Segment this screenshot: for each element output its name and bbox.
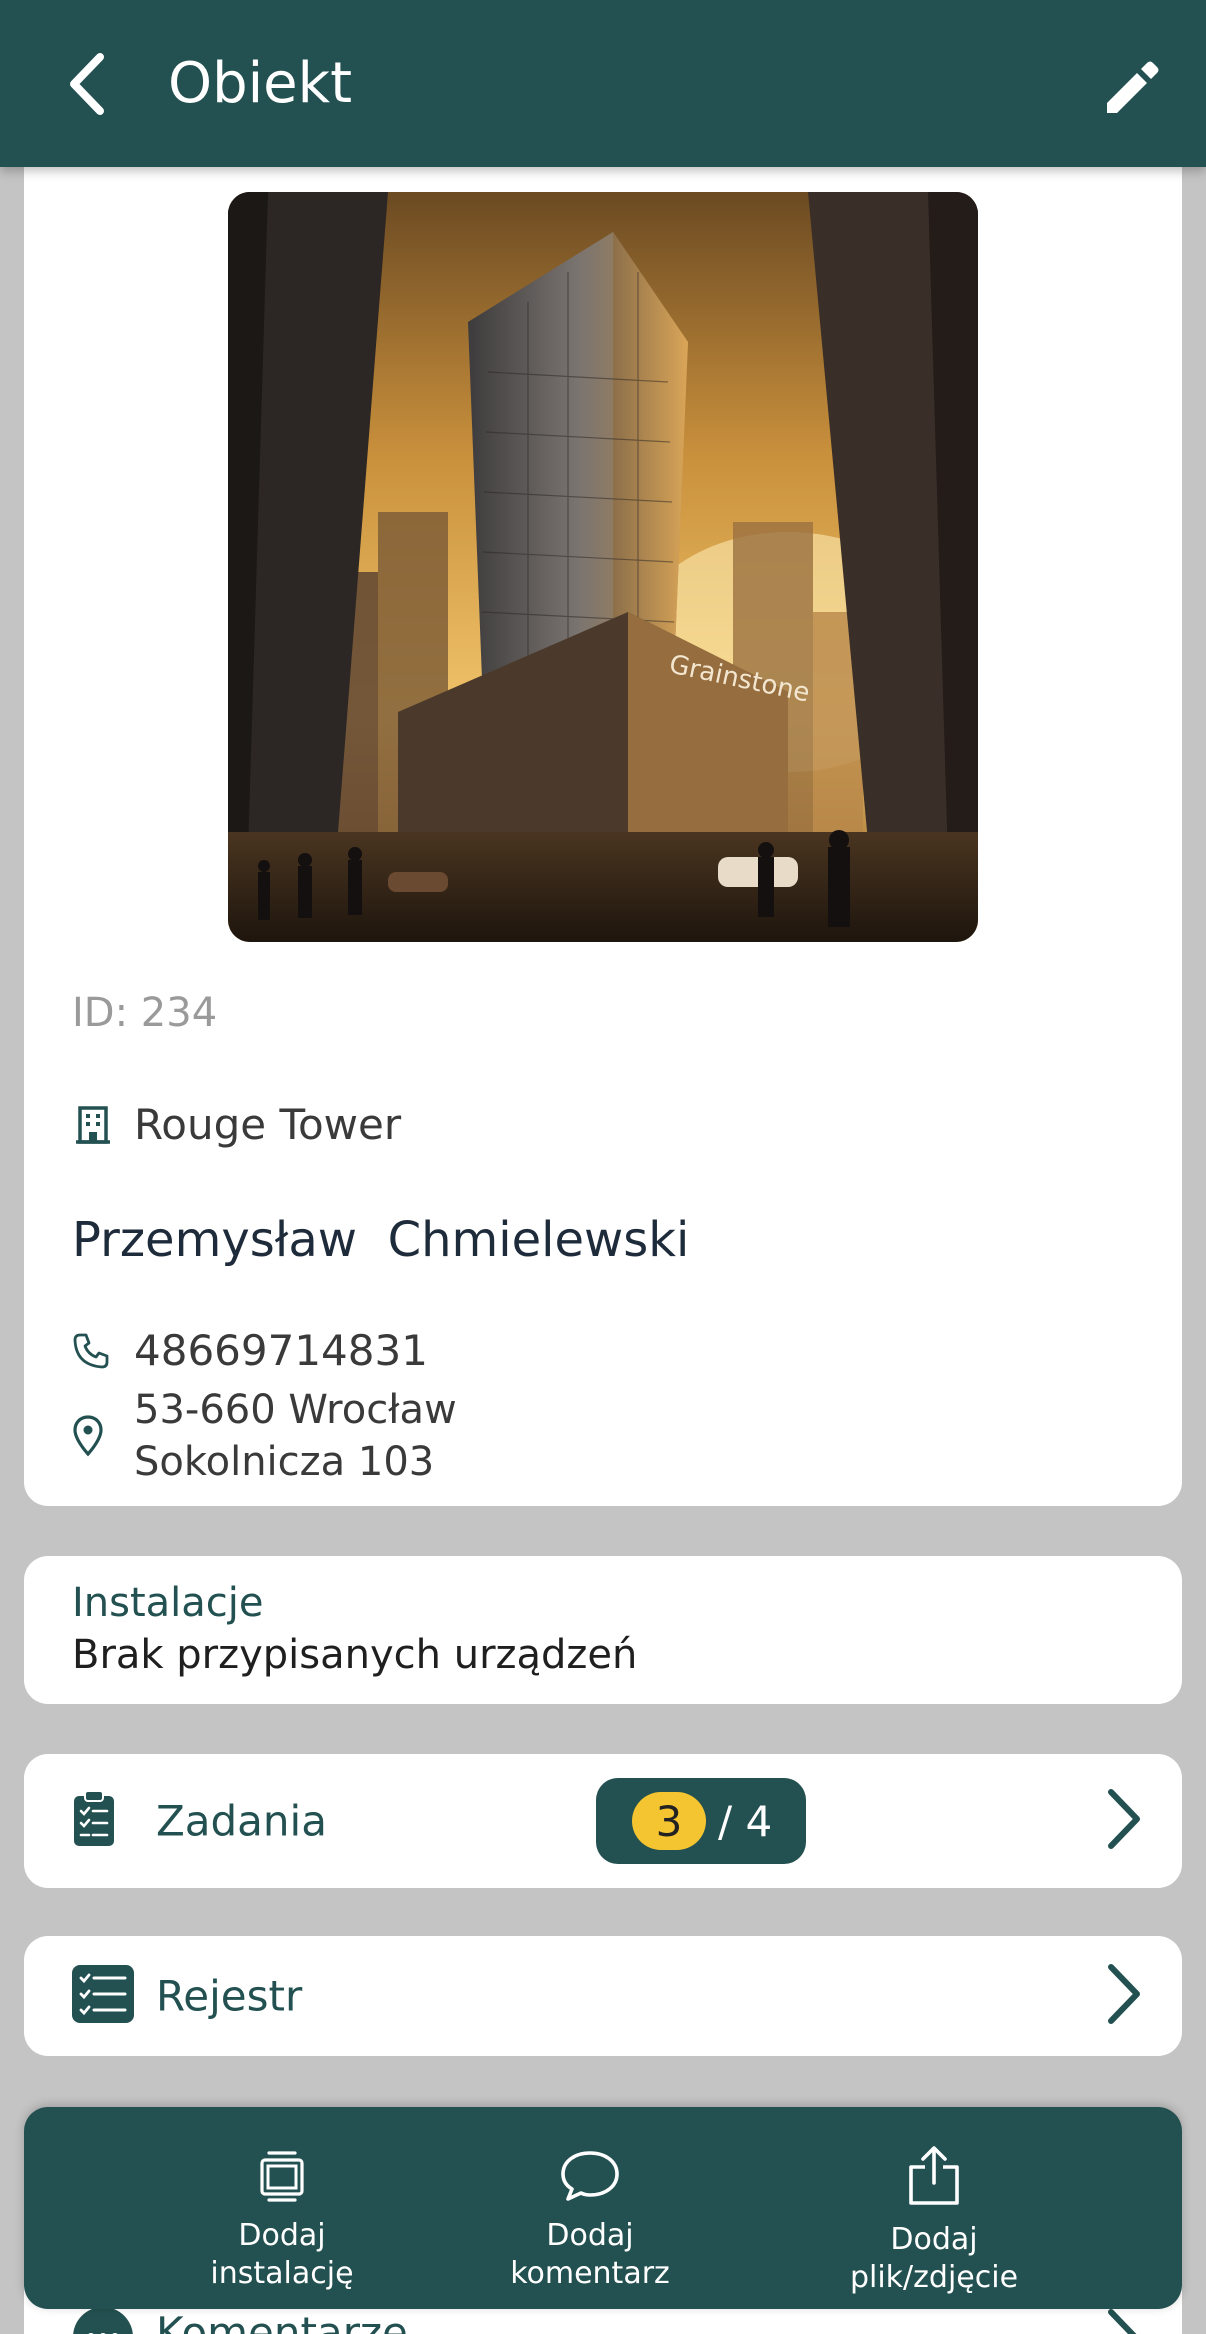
comments-label: Komentarze <box>156 2308 408 2334</box>
building-photo: Grainstone <box>228 192 978 942</box>
add-file-photo-label: Dodaj plik/zdjęcie <box>849 2222 1019 2295</box>
add-file-photo-button[interactable]: Dodaj plik/zdjęcie <box>814 2143 1054 2297</box>
installations-title: Instalacje <box>72 1580 264 1626</box>
tasks-total-count: / 4 <box>718 1796 773 1846</box>
building-row: Rouge Tower <box>72 1100 401 1149</box>
comment-bubble-icon <box>72 2306 134 2334</box>
address-line-2: Sokolnicza 103 <box>134 1439 435 1485</box>
tasks-done-count: 3 <box>632 1792 706 1850</box>
clipboard-checklist-icon <box>72 1790 116 1852</box>
app-bar: Obiekt <box>0 0 1206 167</box>
object-details-card: Grainstone ID: 234 Rouge Tower Przemysła… <box>24 150 1182 1506</box>
installations-card: Instalacje Brak przypisanych urządzeń <box>24 1556 1182 1704</box>
chevron-right-icon <box>1106 2308 1142 2334</box>
device-icon <box>260 2151 304 2202</box>
page-title: Obiekt <box>168 51 353 116</box>
register-label: Rejestr <box>156 1971 303 2021</box>
share-upload-icon <box>909 2146 959 2205</box>
bottom-action-bar: Dodaj instalację Dodaj komentarz Dodaj p… <box>24 2107 1182 2309</box>
phone-icon <box>73 1333 109 1368</box>
edit-button[interactable] <box>1096 52 1168 124</box>
building-icon <box>76 1105 110 1144</box>
pencil-icon <box>1107 61 1159 113</box>
checklist-icon <box>72 1965 134 2027</box>
object-id: ID: 234 <box>72 990 218 1036</box>
tasks-progress-badge: 3 / 4 <box>596 1778 806 1864</box>
phone-number: 48669714831 <box>134 1326 428 1375</box>
building-photo-graphic: Grainstone <box>228 192 978 942</box>
add-installation-button[interactable]: Dodaj instalację <box>162 2143 402 2293</box>
add-comment-button[interactable]: Dodaj komentarz <box>470 2143 710 2293</box>
address-row[interactable]: 53-660 Wrocław Sokolnicza 103 <box>72 1384 457 1488</box>
add-installation-label: Dodaj instalację <box>210 2218 354 2291</box>
location-pin-icon <box>73 1415 103 1457</box>
register-row[interactable]: Rejestr <box>24 1936 1182 2056</box>
phone-row[interactable]: 48669714831 <box>72 1326 428 1375</box>
chevron-right-icon <box>1106 1788 1142 1854</box>
contact-name: Przemysław Chmielewski <box>72 1212 690 1268</box>
speech-bubble-icon <box>561 2151 619 2201</box>
add-comment-label: Dodaj komentarz <box>510 2218 670 2291</box>
address-line-1: 53-660 Wrocław <box>134 1387 457 1433</box>
tasks-label: Zadania <box>156 1796 327 1846</box>
building-name: Rouge Tower <box>134 1100 402 1149</box>
chevron-right-icon <box>1106 1963 1142 2029</box>
back-button[interactable] <box>56 48 116 120</box>
installations-empty-text: Brak przypisanych urządzeń <box>72 1632 638 1678</box>
chevron-left-icon <box>70 53 104 115</box>
tasks-row[interactable]: Zadania 3 / 4 <box>24 1754 1182 1888</box>
